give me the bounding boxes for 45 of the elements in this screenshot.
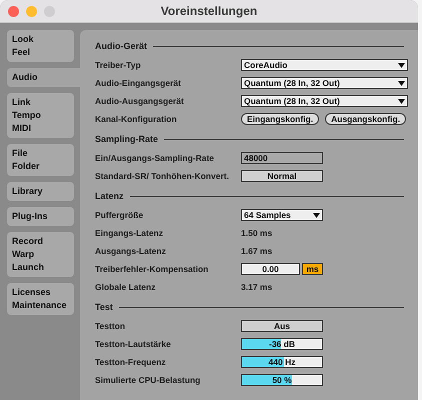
config-button[interactable]: Eingangskonfig.: [241, 113, 320, 125]
setting-label: Treiber-Typ: [95, 60, 142, 70]
slider[interactable]: 440 Hz: [241, 356, 323, 368]
setting-label: Audio-Eingangsgerät: [95, 78, 182, 88]
value-text: 3.17 ms: [241, 282, 272, 292]
dropdown[interactable]: CoreAudio: [241, 59, 408, 71]
section-title: Latenz: [95, 191, 124, 201]
section-title: Sampling-Rate: [95, 134, 158, 144]
config-button[interactable]: Ausgangskonfig.: [325, 113, 406, 125]
setting-label: Globale Latenz: [95, 282, 156, 292]
sidebar-tab[interactable]: Library: [7, 182, 74, 201]
sidebar-tab[interactable]: Licenses Maintenance: [7, 283, 74, 315]
setting-label: Audio-Ausgangsgerät: [95, 96, 185, 106]
sidebar-tab[interactable]: Plug-Ins: [7, 207, 74, 226]
dropdown[interactable]: Quantum (28 In, 32 Out): [241, 95, 408, 107]
setting-label: Testton-Lautstärke: [95, 339, 172, 349]
toggle-button[interactable]: Normal: [241, 170, 323, 182]
slider[interactable]: 50 %: [241, 374, 323, 386]
slider[interactable]: -36 dB: [241, 338, 323, 350]
setting-label: Treiberfehler-Kompensation: [95, 264, 210, 274]
setting-label: Kanal-Konfiguration: [95, 114, 178, 124]
setting-label: Puffergröße: [95, 210, 144, 220]
setting-label: Simulierte CPU-Belastung: [95, 375, 202, 385]
sidebar-tab[interactable]: Link Tempo MIDI: [7, 93, 74, 138]
setting-label: Ein/Ausgangs-Sampling-Rate: [95, 153, 216, 163]
sidebar-tab[interactable]: File Folder: [7, 144, 74, 176]
section-title: Test: [95, 302, 113, 312]
dropdown[interactable]: Quantum (28 In, 32 Out): [241, 77, 408, 89]
number-field[interactable]: 0.00: [241, 263, 300, 275]
setting-label: Eingangs-Latenz: [95, 228, 164, 238]
toggle-button[interactable]: Aus: [241, 320, 323, 332]
setting-label: Standard-SR/ Tonhöhen-Konvert.: [95, 171, 230, 181]
window-title: Voreinstellungen: [160, 4, 258, 18]
value-text: 1.50 ms: [241, 228, 272, 238]
unit-button[interactable]: ms: [302, 263, 323, 275]
sidebar-tab[interactable]: Look Feel: [7, 30, 74, 62]
dropdown[interactable]: 64 Samples: [241, 209, 323, 221]
value-text: 1.67 ms: [241, 246, 272, 256]
sidebar-tab[interactable]: Record Warp Launch: [7, 232, 74, 277]
value-field[interactable]: 48000: [241, 152, 323, 164]
sidebar-tab[interactable]: Audio: [7, 68, 80, 87]
setting-label: Testton: [95, 321, 126, 331]
section-title: Audio-Gerät: [95, 41, 148, 51]
setting-label: Testton-Frequenz: [95, 357, 167, 367]
setting-label: Ausgangs-Latenz: [95, 246, 167, 256]
